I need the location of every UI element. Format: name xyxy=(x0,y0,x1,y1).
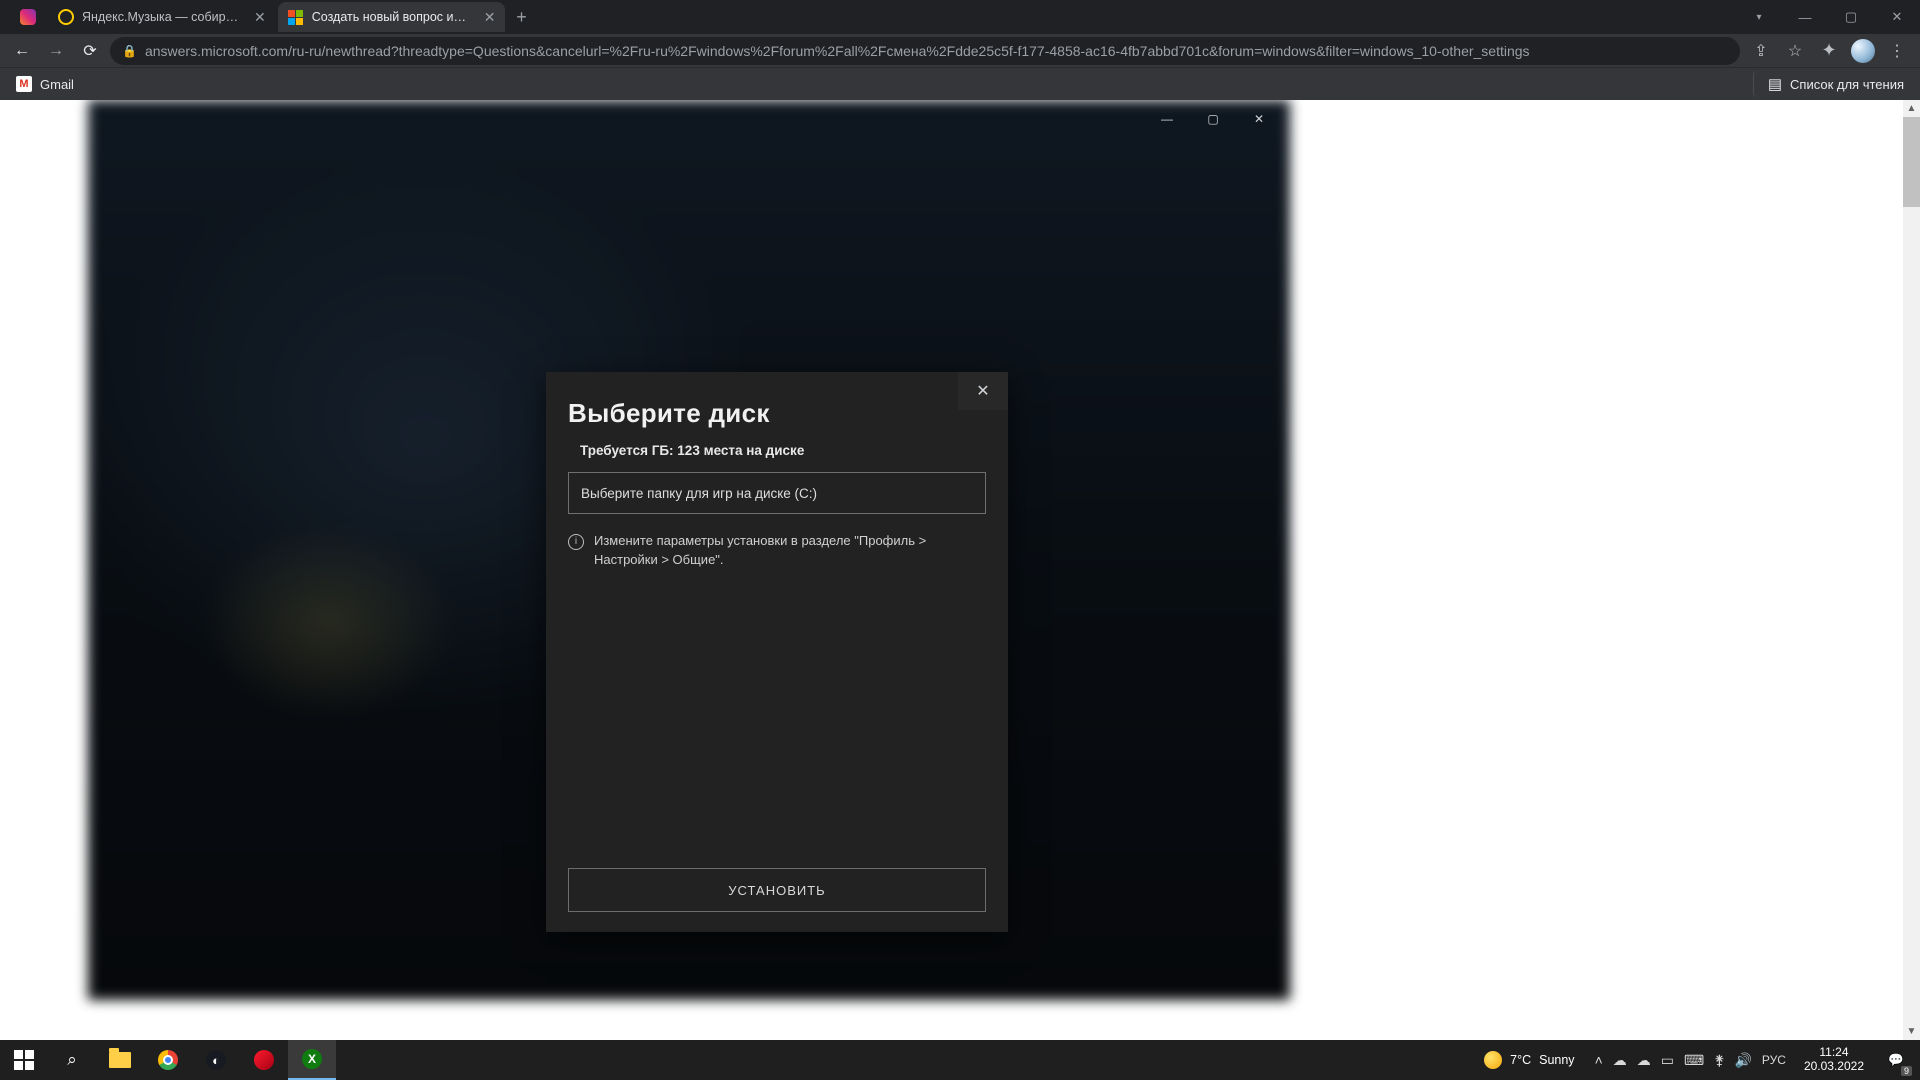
microsoft-icon xyxy=(288,9,304,25)
start-button[interactable] xyxy=(0,1040,48,1080)
forward-button[interactable]: → xyxy=(42,37,70,65)
chrome-minimize-button[interactable]: — xyxy=(1782,0,1828,34)
reading-list-button[interactable]: ▤ Список для чтения xyxy=(1753,71,1910,97)
info-text: Измените параметры установки в разделе "… xyxy=(594,532,986,570)
tray-battery-icon[interactable]: ▭ xyxy=(1661,1052,1674,1069)
chrome-tabstrip: Яндекс.Музыка — собираем му ✕ Создать но… xyxy=(0,0,1920,34)
tray-wifi-icon[interactable]: ⚵ xyxy=(1714,1052,1724,1069)
chrome-maximize-button[interactable]: ▢ xyxy=(1828,0,1874,34)
share-icon[interactable]: ⇪ xyxy=(1746,37,1776,65)
instagram-icon xyxy=(20,9,36,25)
taskbar-xbox[interactable]: X xyxy=(288,1040,336,1080)
app-minimize-button[interactable]: — xyxy=(1144,104,1190,134)
windows-taskbar: ⌕ ◐ X 7°C Sunny ˄ ☁ ☁ ▭ ⌨ ⚵ 🔊 РУС 11:24 … xyxy=(0,1040,1920,1080)
chrome-minimize-button[interactable]: ▾ xyxy=(1736,0,1782,34)
tray-onedrive-icon[interactable]: ☁ xyxy=(1637,1052,1651,1069)
tray-chevron-up-icon[interactable]: ˄ xyxy=(1595,1052,1603,1068)
tab-title: Яндекс.Музыка — собираем му xyxy=(82,10,242,24)
close-icon[interactable]: ✕ xyxy=(484,9,496,26)
drive-select-value: Выберите папку для игр на диске (C:) xyxy=(581,486,817,501)
profile-avatar[interactable] xyxy=(1848,37,1878,65)
tray-volume-icon[interactable]: 🔊 xyxy=(1734,1052,1751,1069)
dialog-close-button[interactable]: ✕ xyxy=(958,372,1008,410)
tab-instagram[interactable] xyxy=(10,2,46,32)
reading-list-label: Список для чтения xyxy=(1790,77,1904,92)
address-bar[interactable]: 🔒 answers.microsoft.com/ru-ru/newthread?… xyxy=(110,37,1740,65)
chrome-toolbar: ← → ⟳ 🔒 answers.microsoft.com/ru-ru/newt… xyxy=(0,34,1920,67)
bookmark-gmail[interactable]: M Gmail xyxy=(10,72,80,96)
weather-temp: 7°C xyxy=(1510,1053,1531,1067)
taskbar-chrome[interactable] xyxy=(144,1040,192,1080)
page-viewport: — ▢ ✕ ✕ Выберите диск Требуется ГБ: 123 … xyxy=(0,100,1920,1040)
clock-time: 11:24 xyxy=(1804,1046,1864,1060)
chrome-close-button[interactable]: ✕ xyxy=(1874,0,1920,34)
gmail-icon: M xyxy=(16,76,32,92)
select-drive-dialog: ✕ Выберите диск Требуется ГБ: 123 места … xyxy=(546,372,1008,932)
chrome-menu-button[interactable]: ⋮ xyxy=(1882,37,1912,65)
bookmark-label: Gmail xyxy=(40,77,74,92)
vertical-scrollbar[interactable]: ▲ ▼ xyxy=(1903,100,1920,1040)
tray-language[interactable]: РУС xyxy=(1762,1053,1786,1067)
required-space-label: Требуется ГБ: 123 места на диске xyxy=(580,443,986,458)
taskbar-opera-gx[interactable] xyxy=(240,1040,288,1080)
url-text: answers.microsoft.com/ru-ru/newthread?th… xyxy=(145,43,1530,59)
extensions-icon[interactable]: ✦ xyxy=(1814,37,1844,65)
bookmarks-bar: M Gmail ▤ Список для чтения xyxy=(0,67,1920,100)
info-hint: i Измените параметры установки в разделе… xyxy=(568,532,986,570)
action-center-button[interactable]: 💬 9 xyxy=(1874,1040,1918,1080)
taskbar-weather[interactable]: 7°C Sunny xyxy=(1472,1051,1586,1069)
new-tab-button[interactable]: + xyxy=(507,7,535,28)
system-tray[interactable]: ˄ ☁ ☁ ▭ ⌨ ⚵ 🔊 РУС xyxy=(1587,1052,1794,1069)
weather-text: Sunny xyxy=(1539,1053,1574,1067)
bookmark-star-icon[interactable]: ☆ xyxy=(1780,37,1810,65)
install-button[interactable]: УСТАНОВИТЬ xyxy=(568,868,986,912)
tab-ms-answers[interactable]: Создать новый вопрос или нач ✕ xyxy=(278,2,506,32)
tab-title: Создать новый вопрос или нач xyxy=(312,10,472,24)
taskbar-steam[interactable]: ◐ xyxy=(192,1040,240,1080)
install-button-label: УСТАНОВИТЬ xyxy=(728,883,825,898)
info-icon: i xyxy=(568,534,584,550)
reload-button[interactable]: ⟳ xyxy=(76,37,104,65)
taskbar-clock[interactable]: 11:24 20.03.2022 xyxy=(1794,1046,1874,1074)
dialog-title: Выберите диск xyxy=(568,398,986,429)
attached-screenshot: — ▢ ✕ ✕ Выберите диск Требуется ГБ: 123 … xyxy=(88,100,1290,1000)
clock-date: 20.03.2022 xyxy=(1804,1060,1864,1074)
lock-icon: 🔒 xyxy=(122,44,137,58)
weather-sun-icon xyxy=(1484,1051,1502,1069)
drive-select[interactable]: Выберите папку для игр на диске (C:) xyxy=(568,472,986,514)
reading-list-icon: ▤ xyxy=(1768,75,1782,93)
scroll-up-icon[interactable]: ▲ xyxy=(1903,100,1920,117)
close-icon[interactable]: ✕ xyxy=(254,9,266,26)
search-button[interactable]: ⌕ xyxy=(48,1040,96,1080)
yandex-music-icon xyxy=(58,9,74,25)
notification-count: 9 xyxy=(1901,1066,1912,1076)
app-maximize-button[interactable]: ▢ xyxy=(1190,104,1236,134)
back-button[interactable]: ← xyxy=(8,37,36,65)
taskbar-file-explorer[interactable] xyxy=(96,1040,144,1080)
scroll-down-icon[interactable]: ▼ xyxy=(1903,1023,1920,1040)
tray-keyboard-icon[interactable]: ⌨ xyxy=(1684,1052,1704,1069)
scrollbar-thumb[interactable] xyxy=(1903,117,1920,207)
tab-yandex-music[interactable]: Яндекс.Музыка — собираем му ✕ xyxy=(48,2,276,32)
tray-onedrive-icon[interactable]: ☁ xyxy=(1613,1052,1627,1069)
app-close-button[interactable]: ✕ xyxy=(1236,104,1282,134)
